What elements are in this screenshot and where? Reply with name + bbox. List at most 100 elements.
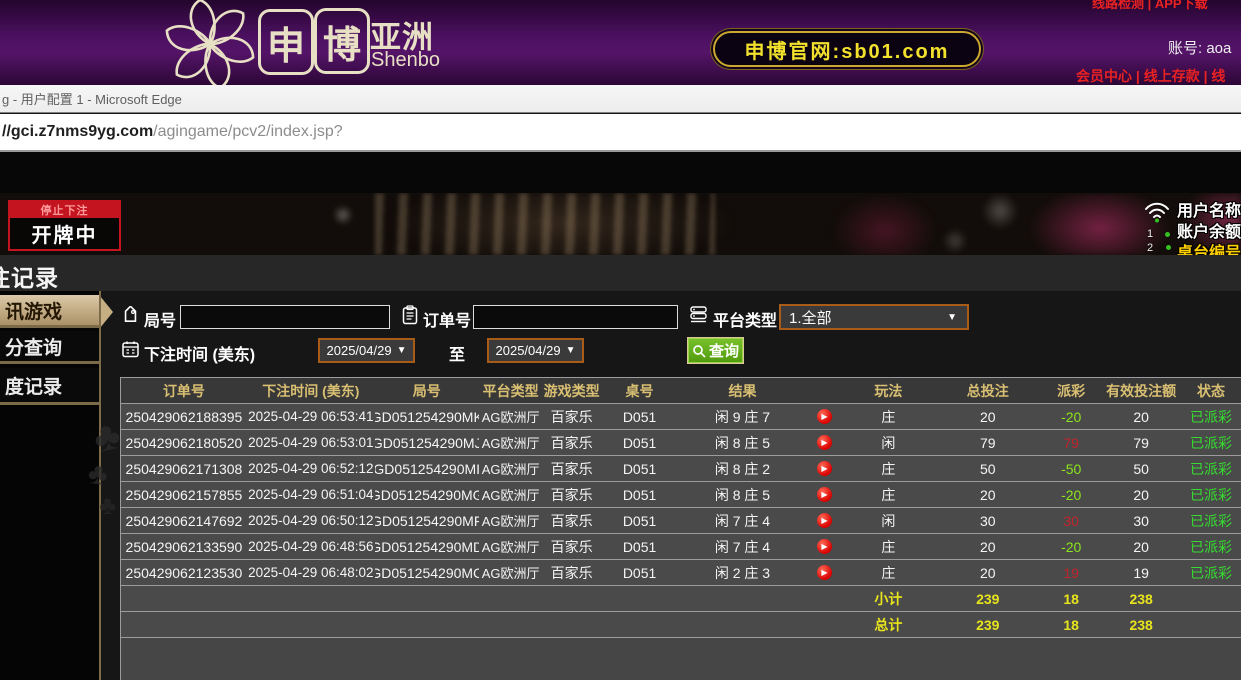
play-video-icon[interactable]: ▶ bbox=[817, 565, 832, 580]
play-video-icon[interactable]: ▶ bbox=[817, 513, 832, 528]
table-cell: 20 bbox=[1101, 482, 1181, 507]
table-cell: 闲 8 庄 5 bbox=[679, 430, 807, 455]
summary-cell bbox=[1181, 612, 1241, 637]
screen: 申 博 亚洲 Shenbo 申博官网:sb01.com 线路检测 | APP下载… bbox=[0, 0, 1241, 680]
platform-type-icon bbox=[689, 305, 708, 324]
column-header: 玩法 bbox=[842, 378, 934, 403]
date-to-select[interactable]: 2025/04/29 ▼ bbox=[487, 338, 584, 363]
table-cell: 百家乐 bbox=[543, 560, 601, 585]
table-cell: 250429062157855 bbox=[121, 482, 247, 507]
table-cell: 2025-04-29 06:51:04 bbox=[247, 482, 375, 507]
bet-records-table: 订单号下注时间 (美东)局号平台类型游戏类型桌号结果玩法总投注派彩有效投注额状态… bbox=[120, 377, 1241, 680]
page-top-spacer bbox=[0, 152, 1241, 193]
order-no-input[interactable] bbox=[473, 305, 678, 329]
date-from-select[interactable]: 2025/04/29 ▼ bbox=[318, 338, 415, 363]
table-cell: ▶ bbox=[806, 508, 842, 533]
member-links[interactable]: 会员中心 | 线上存款 | 线 bbox=[1076, 66, 1225, 86]
chevron-down-icon: ▼ bbox=[566, 345, 576, 356]
summary-cell bbox=[601, 586, 679, 611]
table-cell: D051 bbox=[601, 482, 679, 507]
official-site-badge[interactable]: 申博官网:sb01.com bbox=[713, 31, 981, 67]
table-cell: 2025-04-29 06:50:12 bbox=[247, 508, 375, 533]
date-from-value: 2025/04/29 bbox=[327, 343, 392, 358]
play-video-icon[interactable]: ▶ bbox=[817, 487, 832, 502]
summary-cell bbox=[1181, 586, 1241, 611]
table-cell: 79 bbox=[934, 430, 1041, 455]
table-cell: 已派彩 bbox=[1181, 482, 1241, 507]
game-no-input[interactable] bbox=[180, 305, 390, 329]
table-cell: GD051254290MK bbox=[375, 404, 479, 429]
table-status-box: 停止下注 开牌中 bbox=[8, 200, 121, 251]
table-cell: AG欧洲厅 bbox=[479, 404, 543, 429]
table-row: 2504290621805202025-04-29 06:53:01GD0512… bbox=[121, 430, 1241, 456]
table-cell: GD051254290MC bbox=[375, 560, 479, 585]
table-cell: GD051254290MD bbox=[375, 534, 479, 559]
table-cell: 79 bbox=[1101, 430, 1181, 455]
table-cell: GD051254290MF bbox=[375, 508, 479, 533]
url-text[interactable]: //gci.z7nms9yg.com/agingame/pcv2/index.j… bbox=[2, 123, 343, 141]
table-cell: -20 bbox=[1041, 404, 1101, 429]
sidebar-item-label: 度记录 bbox=[5, 372, 62, 399]
table-cell: ▶ bbox=[806, 456, 842, 481]
sidebar-item-video-games[interactable]: 讯游戏 bbox=[0, 295, 100, 328]
window-title: g - 用户配置 1 - Microsoft Edge bbox=[2, 89, 182, 108]
summary-cell: 239 bbox=[934, 586, 1041, 611]
summary-cell bbox=[479, 586, 543, 611]
table-cell: -20 bbox=[1041, 482, 1101, 507]
summary-cell bbox=[806, 612, 842, 637]
active-item-arrow bbox=[100, 296, 113, 328]
sidebar-item-points-query[interactable]: 分查询 bbox=[0, 331, 100, 364]
sidebar-item-credit-records[interactable]: 度记录 bbox=[0, 368, 100, 405]
club-decoration-icon: ♣ bbox=[86, 457, 110, 493]
table-cell: 30 bbox=[1101, 508, 1181, 533]
table-cell: 已派彩 bbox=[1181, 508, 1241, 533]
table-cell: ▶ bbox=[806, 430, 842, 455]
table-cell: 闲 bbox=[842, 430, 934, 455]
table-cell: ▶ bbox=[806, 482, 842, 507]
table-cell: 2025-04-29 06:53:01 bbox=[247, 430, 375, 455]
table-cell: ▶ bbox=[806, 560, 842, 585]
summary-cell: 18 bbox=[1041, 586, 1101, 611]
column-header: 总投注 bbox=[934, 378, 1041, 403]
table-cell: 已派彩 bbox=[1181, 534, 1241, 559]
table-cell: 百家乐 bbox=[543, 404, 601, 429]
table-cell: -20 bbox=[1041, 534, 1101, 559]
table-cell: 250429062188395 bbox=[121, 404, 247, 429]
search-icon bbox=[692, 344, 706, 358]
play-video-icon[interactable]: ▶ bbox=[817, 539, 832, 554]
platform-type-select[interactable]: 1.全部 ▼ bbox=[779, 304, 969, 330]
top-right-links[interactable]: 线路检测 | APP下载 bbox=[1092, 0, 1208, 12]
line-dot-1 bbox=[1165, 232, 1170, 237]
table-row: 2504290621578552025-04-29 06:51:04GD0512… bbox=[121, 482, 1241, 508]
sidebar-item-label: 讯游戏 bbox=[5, 297, 62, 324]
platform-type-label: 平台类型 bbox=[713, 307, 777, 331]
table-cell: GD051254290MJ bbox=[375, 430, 479, 455]
line-number-1[interactable]: 1 bbox=[1147, 228, 1153, 240]
line-number-2[interactable]: 2 bbox=[1147, 242, 1153, 254]
section-title-bar: 注记录 bbox=[0, 255, 1241, 291]
search-button[interactable]: 查询 bbox=[687, 337, 744, 364]
browser-urlbar[interactable]: //gci.z7nms9yg.com/agingame/pcv2/index.j… bbox=[0, 114, 1241, 152]
column-header: 有效投注额 bbox=[1101, 378, 1181, 403]
table-cell: 百家乐 bbox=[543, 482, 601, 507]
clipboard-icon bbox=[401, 305, 419, 325]
summary-cell: 238 bbox=[1101, 586, 1181, 611]
table-cell: 50 bbox=[1101, 456, 1181, 481]
play-video-icon[interactable]: ▶ bbox=[817, 435, 832, 450]
summary-cell: 18 bbox=[1041, 612, 1101, 637]
play-video-icon[interactable]: ▶ bbox=[817, 461, 832, 476]
play-video-icon[interactable]: ▶ bbox=[817, 409, 832, 424]
table-cell: 闲 8 庄 2 bbox=[679, 456, 807, 481]
chevron-down-icon: ▼ bbox=[397, 345, 407, 356]
line-dot-2 bbox=[1166, 245, 1171, 250]
summary-cell: 239 bbox=[934, 612, 1041, 637]
table-row: 2504290621883952025-04-29 06:53:41GD0512… bbox=[121, 404, 1241, 430]
table-cell: 已派彩 bbox=[1181, 404, 1241, 429]
table-cell: 闲 7 庄 4 bbox=[679, 534, 807, 559]
table-cell: ▶ bbox=[806, 404, 842, 429]
to-label: 至 bbox=[449, 341, 465, 365]
column-header: 游戏类型 bbox=[543, 378, 601, 403]
table-row: 2504290621335902025-04-29 06:48:56GD0512… bbox=[121, 534, 1241, 560]
summary-cell bbox=[247, 612, 375, 637]
search-button-label: 查询 bbox=[709, 340, 739, 361]
